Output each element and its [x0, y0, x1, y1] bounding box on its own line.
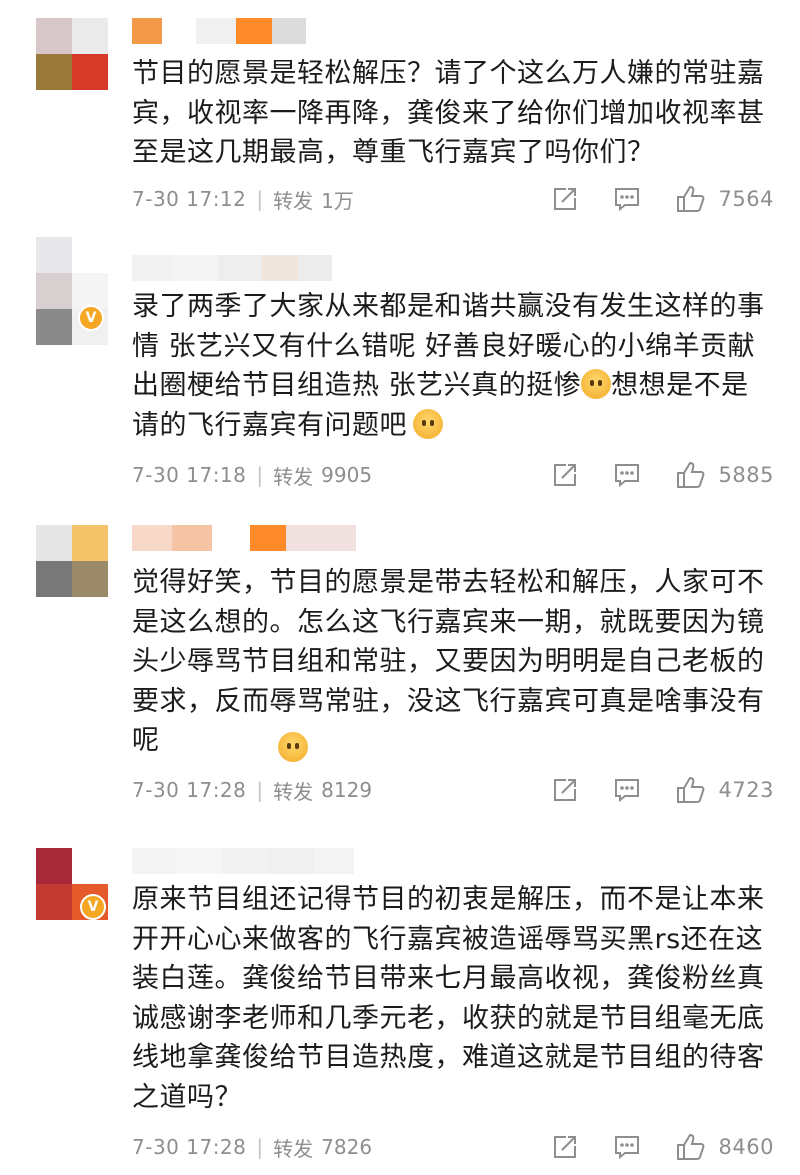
face-emoji-icon	[581, 369, 612, 399]
comment-item: 节目的愿景是轻松解压？请了个这么万人嫌的常驻嘉宾，收视率一降再降，龚俊来了给你们…	[0, 0, 800, 220]
repost-count: 7826	[321, 1135, 373, 1159]
username-redacted[interactable]	[132, 525, 356, 555]
face-emoji-icon	[278, 732, 308, 762]
comment-icon[interactable]	[613, 777, 641, 803]
username-redacted[interactable]	[132, 848, 354, 878]
face-emoji-icon	[413, 408, 443, 439]
comment-item: 觉得好笑，节目的愿景是带去轻松和解压，人家可不是这么想的。怎么这飞行嘉宾来一期，…	[0, 515, 800, 815]
thumbs-up-icon[interactable]	[675, 775, 707, 805]
avatar[interactable]	[36, 525, 108, 597]
avatar-pixel	[72, 18, 108, 54]
avatar[interactable]	[36, 18, 108, 90]
repost-label: 转发	[273, 188, 314, 213]
like-count: 5885	[718, 463, 774, 487]
share-icon[interactable]	[551, 777, 579, 803]
comment-item: V 录了两季了大家从来都是和谐共赢没有发生这样的事情 张艺兴又有什么错呢 好善良…	[0, 225, 800, 510]
divider: |	[256, 778, 264, 802]
comment-time: 7-30 17:28	[132, 778, 247, 802]
avatar-pixel	[36, 884, 72, 920]
avatar-pixel	[36, 237, 72, 273]
repost-count: 8129	[321, 778, 373, 802]
avatar-pixel	[72, 848, 108, 884]
comment-actions: 8460	[551, 1130, 774, 1164]
avatar[interactable]	[36, 237, 108, 309]
comment-actions: 5885	[551, 458, 774, 492]
share-icon[interactable]	[551, 1134, 579, 1160]
repost-label: 转发	[273, 1136, 314, 1161]
comment-item: V 原来节目组还记得节目的初衷是解压，而不是让本来开开心心来做客的飞行嘉宾被造谣…	[0, 838, 800, 1175]
avatar-pixel	[72, 237, 108, 273]
comment-time: 7-30 17:18	[132, 463, 247, 487]
divider: |	[256, 187, 264, 211]
comment-time: 7-30 17:12	[132, 187, 247, 211]
divider: |	[256, 1135, 264, 1159]
comment-actions: 4723	[551, 773, 774, 807]
thumbs-up-icon[interactable]	[675, 460, 707, 490]
comment-icon[interactable]	[613, 1134, 641, 1160]
comment-icon[interactable]	[613, 186, 641, 212]
share-icon[interactable]	[551, 186, 579, 212]
repost-label: 转发	[273, 779, 314, 804]
avatar-pixel	[36, 309, 72, 345]
comment-icon[interactable]	[613, 462, 641, 488]
username-redacted[interactable]	[132, 255, 332, 285]
repost-label: 转发	[273, 464, 314, 489]
divider: |	[256, 463, 264, 487]
comment-actions: 7564	[551, 182, 774, 216]
avatar-pixel	[36, 18, 72, 54]
avatar-pixel	[36, 561, 72, 597]
verified-badge-icon: V	[78, 305, 104, 331]
repost-count: 1万	[321, 188, 354, 213]
comment-text: 节目的愿景是轻松解压？请了个这么万人嫌的常驻嘉宾，收视率一降再降，龚俊来了给你们…	[132, 58, 765, 168]
avatar-pixel	[72, 54, 108, 90]
avatar-pixel	[72, 561, 108, 597]
comment-text: 录了两季了大家从来都是和谐共赢没有发生这样的事情 张艺兴又有什么错呢 好善良好暖…	[132, 287, 772, 445]
verified-badge-icon: V	[80, 894, 106, 920]
username-redacted[interactable]	[132, 18, 306, 48]
comment-text: 原来节目组还记得节目的初衷是解压，而不是让本来开开心心来做客的飞行嘉宾被造谣辱骂…	[132, 884, 765, 1113]
avatar-pixel	[72, 273, 108, 309]
avatar-pixel	[36, 54, 72, 90]
comment-time: 7-30 17:28	[132, 1135, 247, 1159]
share-icon[interactable]	[551, 462, 579, 488]
avatar-pixel	[72, 525, 108, 561]
comment-text: 觉得好笑，节目的愿景是带去轻松和解压，人家可不是这么想的。怎么这飞行嘉宾来一期，…	[132, 567, 765, 756]
thumbs-up-icon[interactable]	[675, 184, 707, 214]
like-count: 8460	[718, 1135, 774, 1159]
like-count: 7564	[718, 187, 774, 211]
like-count: 4723	[718, 778, 774, 802]
thumbs-up-icon[interactable]	[675, 1132, 707, 1162]
avatar-pixel	[36, 273, 72, 309]
avatar-pixel	[36, 525, 72, 561]
repost-count: 9905	[321, 463, 373, 487]
avatar-pixel	[36, 848, 72, 884]
